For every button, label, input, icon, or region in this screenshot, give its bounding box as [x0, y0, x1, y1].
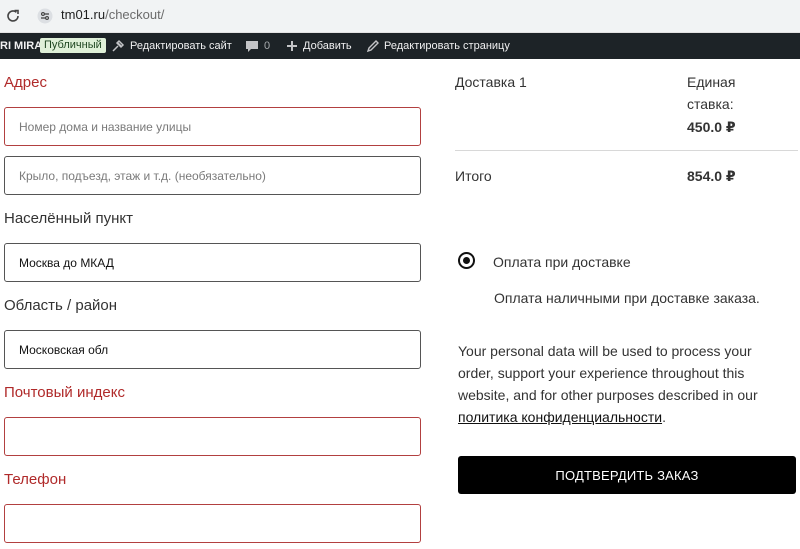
- region-input[interactable]: [4, 330, 421, 369]
- status-badge: Публичный: [40, 38, 106, 53]
- shipping-rate-line2: ставка:: [687, 96, 734, 112]
- shipping-label: Доставка 1: [455, 74, 527, 90]
- privacy-policy-link[interactable]: политика конфиденциальности: [458, 409, 662, 425]
- admin-site-name[interactable]: RI MIRA: [0, 39, 42, 53]
- site-info-icon[interactable]: [37, 8, 53, 24]
- privacy-text: Your personal data will be used to proce…: [458, 343, 758, 403]
- admin-bar: RI MIRA Публичный Редактировать сайт 0 Д…: [0, 33, 800, 59]
- add-new-link[interactable]: Добавить: [303, 39, 352, 53]
- payment-method-label[interactable]: Оплата при доставке: [493, 253, 631, 271]
- url-path: /checkout/: [105, 7, 165, 22]
- comment-icon: [246, 41, 258, 52]
- total-label: Итого: [455, 168, 492, 184]
- customize-icon: [112, 39, 125, 52]
- edit-page-link[interactable]: Редактировать страницу: [384, 39, 510, 53]
- postcode-label: Почтовый индекс: [4, 384, 125, 401]
- radio-selected-dot: [463, 257, 470, 264]
- payment-method-description: Оплата наличными при доставке заказа.: [494, 290, 760, 306]
- total-amount: 854.0 ₽: [687, 168, 736, 184]
- apartment-input[interactable]: [4, 156, 421, 195]
- phone-label: Телефон: [4, 471, 67, 488]
- summary-divider: [455, 150, 798, 151]
- place-order-button[interactable]: ПОДТВЕРДИТЬ ЗАКАЗ: [458, 456, 796, 494]
- reload-icon[interactable]: [5, 8, 21, 24]
- address-label: Адрес: [4, 74, 47, 91]
- shipping-rate-line1: Единая: [687, 74, 736, 90]
- address-bar-url[interactable]: tm01.ru/checkout/: [61, 7, 164, 23]
- url-domain: tm01.ru: [61, 7, 106, 22]
- postcode-input[interactable]: [4, 417, 421, 456]
- pencil-icon: [366, 40, 379, 53]
- shipping-amount: 450.0 ₽: [687, 119, 736, 135]
- city-label: Населённый пункт: [4, 210, 134, 227]
- region-label: Область / район: [4, 297, 118, 314]
- phone-input[interactable]: [4, 504, 421, 543]
- street-address-input[interactable]: [4, 107, 421, 146]
- comments-count[interactable]: 0: [264, 39, 270, 53]
- browser-toolbar: tm01.ru/checkout/: [0, 0, 800, 33]
- edit-site-link[interactable]: Редактировать сайт: [130, 39, 232, 53]
- city-input[interactable]: [4, 243, 421, 282]
- plus-icon: [287, 41, 297, 51]
- privacy-suffix: .: [662, 409, 666, 425]
- payment-radio[interactable]: [458, 252, 475, 269]
- privacy-notice: Your personal data will be used to proce…: [458, 340, 788, 428]
